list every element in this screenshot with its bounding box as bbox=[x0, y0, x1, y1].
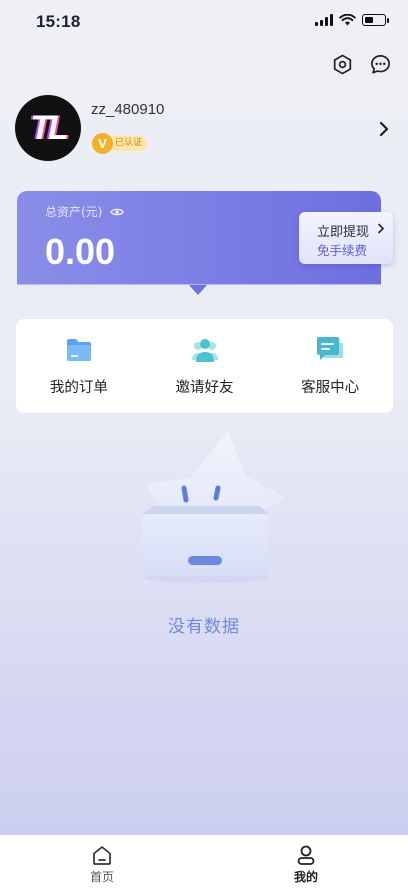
menu-item-orders[interactable]: 我的订单 bbox=[16, 319, 142, 413]
menu-label-orders: 我的订单 bbox=[49, 380, 108, 396]
settings-icon bbox=[333, 54, 351, 74]
signal-icon bbox=[315, 14, 333, 26]
status-bar: 15:18 bbox=[0, 0, 408, 44]
empty-state-text: 没有数据 bbox=[168, 617, 240, 637]
message-button[interactable] bbox=[369, 53, 391, 75]
tab-label-home: 首页 bbox=[89, 870, 114, 884]
username: zz_480910 bbox=[91, 101, 165, 118]
customer-service-icon bbox=[317, 337, 344, 360]
invite-friends-icon bbox=[191, 339, 218, 362]
top-actions bbox=[331, 53, 391, 75]
asset-card: 总资产(元) 0.00 立即提现 免手续费 bbox=[17, 191, 393, 285]
empty-box-illustration bbox=[142, 431, 286, 583]
vip-v-icon: V bbox=[92, 132, 113, 154]
order-folder-icon bbox=[66, 339, 91, 361]
avatar[interactable]: TL bbox=[15, 95, 81, 161]
menu-item-invite[interactable]: 邀请好友 bbox=[142, 319, 268, 413]
chevron-right-icon[interactable] bbox=[377, 120, 391, 138]
menu-item-support[interactable]: 客服中心 bbox=[267, 319, 393, 413]
profile-icon bbox=[297, 845, 315, 865]
eye-icon[interactable] bbox=[110, 207, 125, 217]
home-icon bbox=[93, 846, 111, 865]
asset-label: 总资产(元) bbox=[45, 205, 103, 219]
tab-home[interactable]: 首页 bbox=[0, 835, 204, 890]
withdraw-button[interactable]: 立即提现 免手续费 bbox=[299, 212, 393, 264]
asset-card-pointer bbox=[189, 285, 207, 295]
settings-button[interactable] bbox=[331, 53, 353, 75]
verified-badge: V 已认证 bbox=[92, 132, 148, 154]
bottom-tab-bar: 首页 我的 bbox=[0, 835, 408, 890]
withdraw-title: 立即提现 bbox=[317, 225, 370, 240]
asset-amount: 0.00 bbox=[45, 231, 116, 272]
tab-mine[interactable]: 我的 bbox=[204, 835, 408, 890]
menu-label-support: 客服中心 bbox=[301, 380, 360, 396]
wifi-icon bbox=[339, 14, 356, 26]
status-icons bbox=[315, 14, 389, 26]
menu-label-invite: 邀请好友 bbox=[175, 380, 234, 396]
quick-menu: 我的订单 邀请好友 客服中心 bbox=[16, 319, 393, 413]
chevron-right-small-icon bbox=[378, 223, 385, 234]
tab-label-mine: 我的 bbox=[293, 870, 318, 884]
withdraw-subtitle: 免手续费 bbox=[317, 243, 368, 258]
status-time: 15:18 bbox=[36, 12, 81, 31]
chat-icon bbox=[370, 54, 390, 74]
avatar-logo-text: TL bbox=[30, 108, 69, 147]
profile-section[interactable]: TL zz_480910 V 已认证 bbox=[15, 95, 395, 165]
asset-label-row: 总资产(元) bbox=[45, 203, 125, 220]
battery-icon bbox=[362, 14, 389, 26]
